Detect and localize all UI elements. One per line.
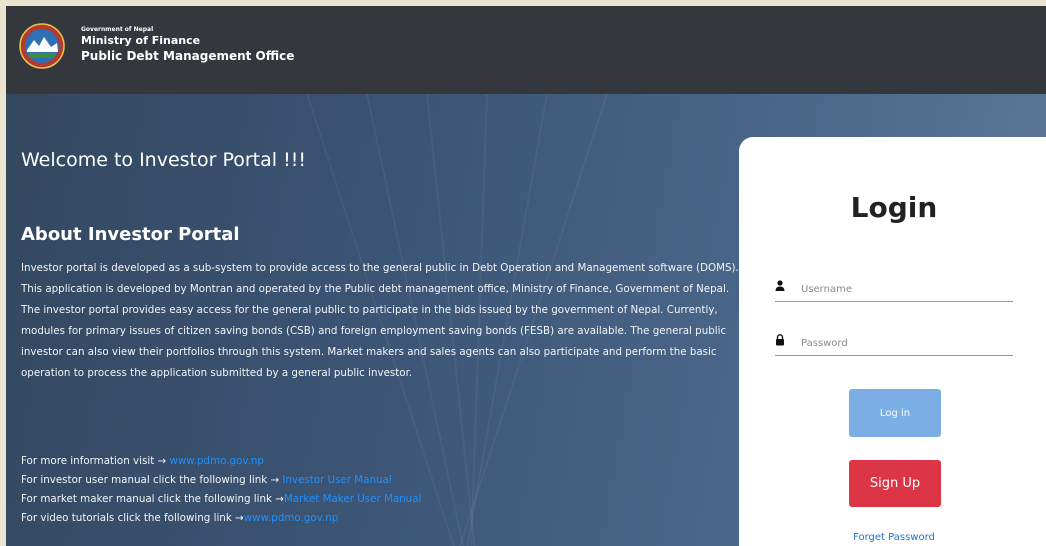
info-row-investor-manual: For investor user manual click the follo… bbox=[21, 471, 421, 490]
lock-icon bbox=[776, 334, 784, 346]
about-paragraph: Investor portal is developed as a sub-sy… bbox=[21, 262, 739, 379]
gov-label: Government of Nepal bbox=[81, 26, 154, 33]
login-title: Login bbox=[850, 191, 938, 224]
ministry-label: Ministry of Finance bbox=[81, 34, 201, 47]
pdmo-website-link[interactable]: www.pdmo.gov.np bbox=[169, 455, 264, 467]
info-row-market-maker-manual: For market maker manual click the follow… bbox=[21, 490, 421, 509]
forget-password-link[interactable]: Forget Password bbox=[739, 532, 1046, 543]
market-maker-manual-link[interactable]: Market Maker User Manual bbox=[284, 493, 421, 505]
info-row-more-information: For more information visit → www.pdmo.go… bbox=[21, 452, 421, 471]
info-row-text: For more information visit → bbox=[21, 455, 170, 467]
welcome-heading: Welcome to Investor Portal !!! bbox=[21, 149, 306, 171]
video-tutorials-link[interactable]: www.pdmo.gov.np bbox=[244, 512, 339, 524]
signup-button[interactable]: Sign Up bbox=[849, 460, 941, 507]
info-row-text: For market maker manual click the follow… bbox=[21, 493, 284, 505]
about-heading: About Investor Portal bbox=[21, 224, 240, 245]
portal-info: Welcome to Investor Portal !!! About Inv… bbox=[6, 94, 746, 546]
login-card: Login Log in Sign Up Forget Password bbox=[739, 137, 1046, 546]
page-frame: Government of Nepal Ministry of Finance … bbox=[6, 6, 1046, 546]
password-field bbox=[775, 332, 1013, 356]
info-row-text: For video tutorials click the following … bbox=[21, 512, 244, 524]
office-label: Public Debt Management Office bbox=[81, 49, 295, 63]
info-row-video-tutorials: For video tutorials click the following … bbox=[21, 509, 421, 528]
organization-name: Government of Nepal Ministry of Finance … bbox=[81, 25, 294, 64]
info-row-text: For investor user manual click the follo… bbox=[21, 474, 283, 486]
info-links: For more information visit → www.pdmo.go… bbox=[21, 452, 421, 528]
username-input[interactable] bbox=[801, 278, 1001, 300]
login-button[interactable]: Log in bbox=[849, 389, 941, 437]
nepal-emblem-icon bbox=[19, 23, 65, 69]
password-input[interactable] bbox=[801, 332, 1001, 354]
investor-manual-link[interactable]: Investor User Manual bbox=[282, 474, 391, 486]
username-field bbox=[775, 278, 1013, 302]
user-icon bbox=[775, 280, 785, 291]
top-header: Government of Nepal Ministry of Finance … bbox=[6, 6, 1046, 94]
